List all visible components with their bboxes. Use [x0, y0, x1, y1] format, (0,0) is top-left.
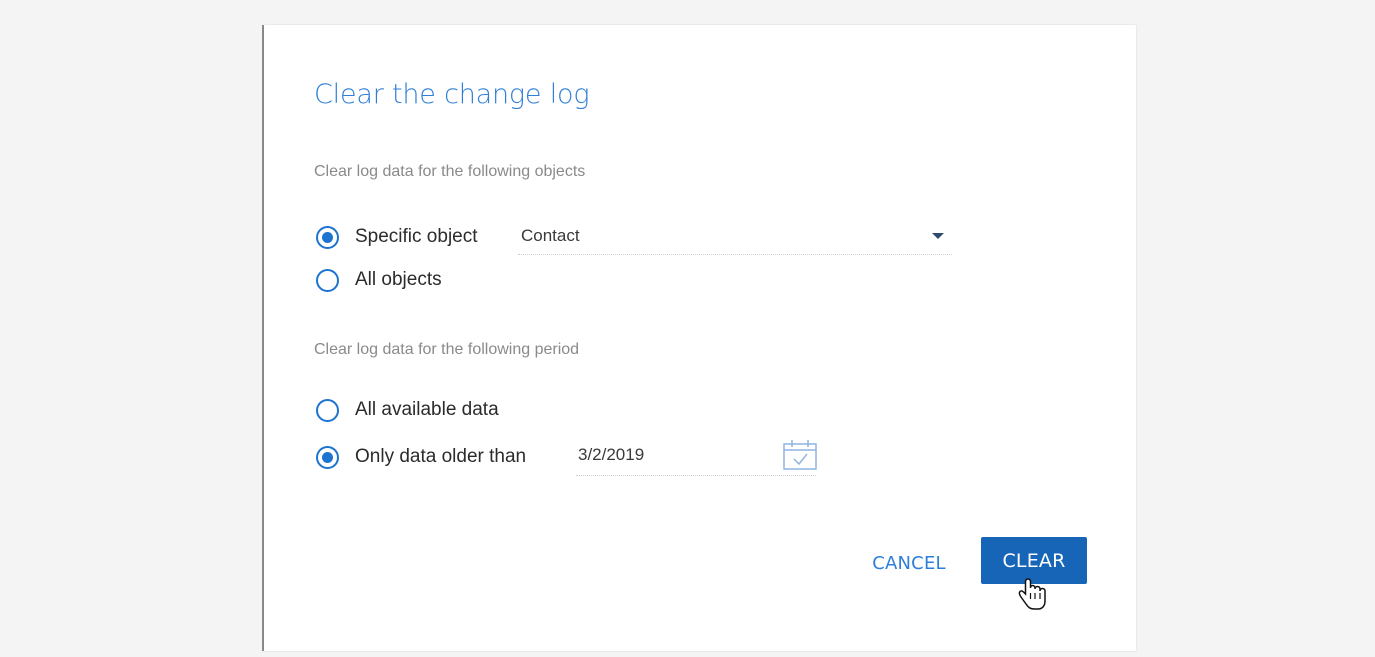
older-than-label[interactable]: Only data older than	[355, 446, 526, 468]
period-section-label: Clear log data for the following period	[314, 341, 580, 358]
object-select-value[interactable]: Contact	[521, 226, 580, 246]
specific-object-label[interactable]: Specific object	[355, 226, 478, 248]
clear-change-log-dialog: Clear the change log Clear log data for …	[264, 25, 1136, 651]
date-input-value[interactable]: 3/2/2019	[578, 445, 644, 465]
all-objects-option[interactable]: All objects	[316, 267, 442, 293]
specific-object-radio[interactable]	[316, 225, 339, 249]
all-objects-radio[interactable]	[316, 268, 339, 292]
all-objects-label[interactable]: All objects	[355, 269, 442, 291]
calendar-icon[interactable]	[782, 438, 818, 470]
objects-section-label: Clear log data for the following objects	[314, 163, 586, 180]
all-available-data-label[interactable]: All available data	[355, 399, 499, 421]
older-than-radio[interactable]	[316, 445, 339, 469]
chevron-down-icon[interactable]	[932, 233, 944, 239]
all-available-data-option[interactable]: All available data	[316, 397, 499, 423]
clear-button[interactable]: CLEAR	[981, 537, 1087, 584]
all-available-data-radio[interactable]	[316, 398, 339, 422]
dialog-title: Clear the change log	[314, 79, 590, 110]
older-than-option[interactable]: Only data older than	[316, 444, 526, 470]
cancel-button[interactable]: CANCEL	[856, 548, 962, 578]
object-select[interactable]: Contact	[518, 220, 952, 255]
date-input[interactable]: 3/2/2019	[576, 437, 816, 476]
specific-object-option[interactable]: Specific object	[316, 224, 478, 250]
